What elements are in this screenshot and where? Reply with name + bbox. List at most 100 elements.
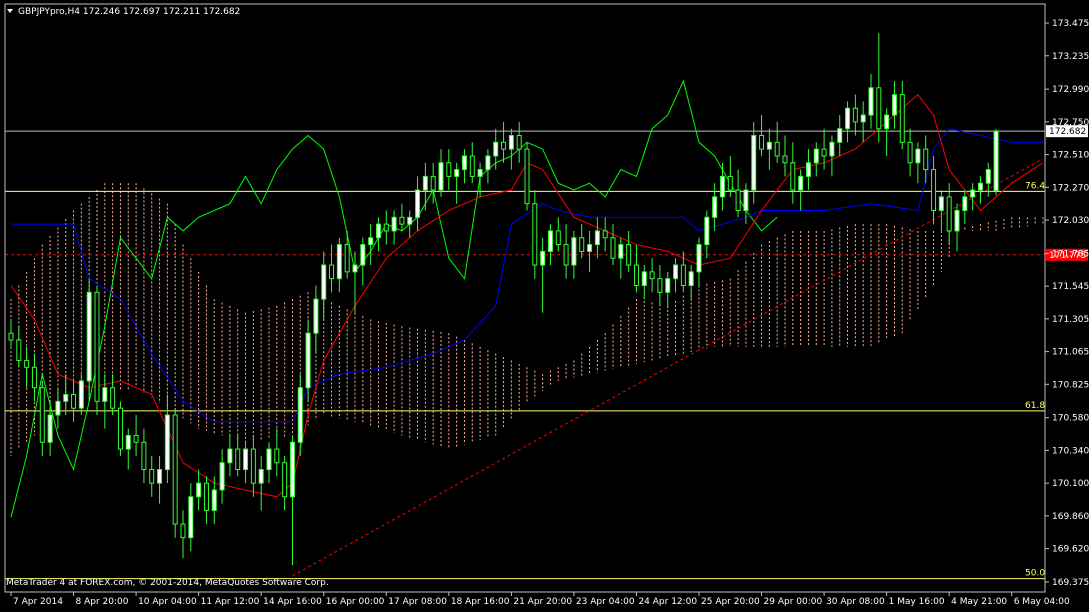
candle-body bbox=[524, 148, 530, 205]
time-tick-label: 14 Apr 16:00 bbox=[263, 597, 322, 607]
price-tick-label: 171.065 bbox=[1052, 348, 1089, 358]
candle-body bbox=[899, 94, 905, 143]
chart-window[interactable]: 172.682 76.4 171.775 61.8 50.0 173.475 173.23… bbox=[0, 0, 1089, 608]
copyright-text: MetaTrader 4 at FOREX.com, © 2001-2014, … bbox=[6, 578, 329, 588]
candle-body bbox=[196, 482, 202, 498]
candle-body bbox=[813, 148, 819, 164]
candle-body bbox=[759, 135, 765, 150]
candle-body bbox=[16, 339, 22, 361]
candle-body bbox=[915, 148, 921, 164]
candle-body bbox=[8, 332, 14, 341]
candle-body bbox=[727, 175, 733, 191]
candle-body bbox=[39, 387, 45, 443]
candle-body bbox=[485, 155, 491, 171]
candle-body bbox=[657, 278, 663, 293]
candle-body bbox=[133, 434, 139, 443]
candle-body bbox=[860, 114, 866, 123]
candle-body bbox=[571, 237, 577, 266]
price-tick-label: 169.860 bbox=[1052, 512, 1089, 522]
symbol-line: GBPJPYpro,H4 172.246 172.697 172.211 172… bbox=[18, 7, 240, 17]
time-tick-label: 18 Apr 16:00 bbox=[451, 597, 510, 607]
candle-body bbox=[563, 244, 569, 266]
candle-body bbox=[907, 141, 913, 164]
candle-body bbox=[626, 244, 632, 266]
candle-body bbox=[579, 237, 585, 252]
candle-body bbox=[852, 107, 858, 123]
candle-body bbox=[243, 448, 249, 471]
candle-body bbox=[368, 237, 374, 246]
price-tick-label: 172.270 bbox=[1052, 183, 1089, 193]
candle-body bbox=[352, 264, 358, 273]
candle-body bbox=[493, 141, 499, 157]
candle-body bbox=[250, 448, 256, 484]
candle-body bbox=[610, 237, 616, 259]
candle-body bbox=[227, 448, 233, 464]
time-tick-label: 8 Apr 20:00 bbox=[76, 597, 129, 607]
candle-body bbox=[680, 264, 686, 286]
candle-body bbox=[743, 189, 749, 211]
time-tick-label: 16 Apr 00:00 bbox=[326, 597, 385, 607]
candle-body bbox=[790, 162, 796, 191]
candle-body bbox=[313, 298, 319, 334]
time-tick-label: 25 Apr 20:00 bbox=[701, 597, 760, 607]
candle bbox=[94, 285, 100, 415]
chart-background bbox=[0, 0, 1089, 608]
candle-body bbox=[305, 332, 311, 389]
candle bbox=[524, 142, 530, 211]
candle-body bbox=[235, 448, 241, 471]
fib-76.4-label: 76.4 bbox=[1025, 181, 1045, 191]
time-tick-label: 21 Apr 20:00 bbox=[513, 597, 572, 607]
price-tick-label: 172.990 bbox=[1052, 85, 1089, 95]
candle-body bbox=[673, 264, 679, 280]
candle-body bbox=[469, 155, 475, 177]
price-tick-label: 173.235 bbox=[1052, 52, 1089, 62]
candle-body bbox=[117, 407, 123, 450]
candle-body bbox=[555, 230, 561, 246]
candle-body bbox=[962, 196, 968, 211]
candle-body bbox=[188, 496, 194, 539]
candle-body bbox=[438, 162, 444, 191]
price-tick-label: 172.750 bbox=[1052, 118, 1089, 128]
price-tick-label: 169.375 bbox=[1052, 578, 1089, 588]
time-tick-label: 11 Apr 12:00 bbox=[201, 597, 260, 607]
candle-body bbox=[985, 169, 991, 184]
candle-body bbox=[125, 434, 131, 450]
candle-body bbox=[688, 271, 694, 286]
candle-body bbox=[751, 135, 757, 191]
candle-body bbox=[157, 469, 163, 484]
candle-body bbox=[868, 87, 874, 116]
chart-canvas[interactable]: 172.68276.4171.77561.850.0 173.475173.23… bbox=[0, 0, 1089, 608]
candle-body bbox=[110, 387, 116, 409]
candle-body bbox=[516, 135, 522, 150]
candle-body bbox=[649, 271, 655, 280]
candle-body bbox=[712, 196, 718, 218]
candle-body bbox=[508, 135, 514, 150]
price-tick-label: 170.340 bbox=[1052, 446, 1089, 456]
candle-body bbox=[266, 448, 272, 471]
price-tick-label: 170.580 bbox=[1052, 414, 1089, 424]
price-tick-label: 173.475 bbox=[1052, 19, 1089, 29]
candle-body bbox=[931, 169, 937, 211]
candle-body bbox=[219, 462, 225, 491]
candle-body bbox=[78, 380, 84, 409]
candle-body bbox=[665, 278, 671, 293]
candle-body bbox=[587, 244, 593, 252]
candle-body bbox=[430, 175, 436, 191]
time-tick-label: 7 Apr 2014 bbox=[13, 597, 63, 607]
candle-body bbox=[618, 244, 624, 259]
candle-body bbox=[282, 462, 288, 498]
candle-body bbox=[383, 223, 389, 232]
candle-body bbox=[774, 141, 780, 157]
candle-body bbox=[258, 469, 264, 484]
candle-body bbox=[821, 148, 827, 157]
price-tick-label: 172.030 bbox=[1052, 216, 1089, 226]
candle-body bbox=[172, 414, 178, 525]
candle-body bbox=[24, 359, 30, 368]
candle-body bbox=[71, 394, 77, 409]
candle-body bbox=[149, 469, 155, 484]
time-tick-label: 10 Apr 04:00 bbox=[138, 597, 197, 607]
price-tick-label: 170.825 bbox=[1052, 380, 1089, 390]
candle bbox=[532, 190, 538, 279]
candle bbox=[993, 129, 999, 196]
price-tick-label: 171.305 bbox=[1052, 315, 1089, 325]
